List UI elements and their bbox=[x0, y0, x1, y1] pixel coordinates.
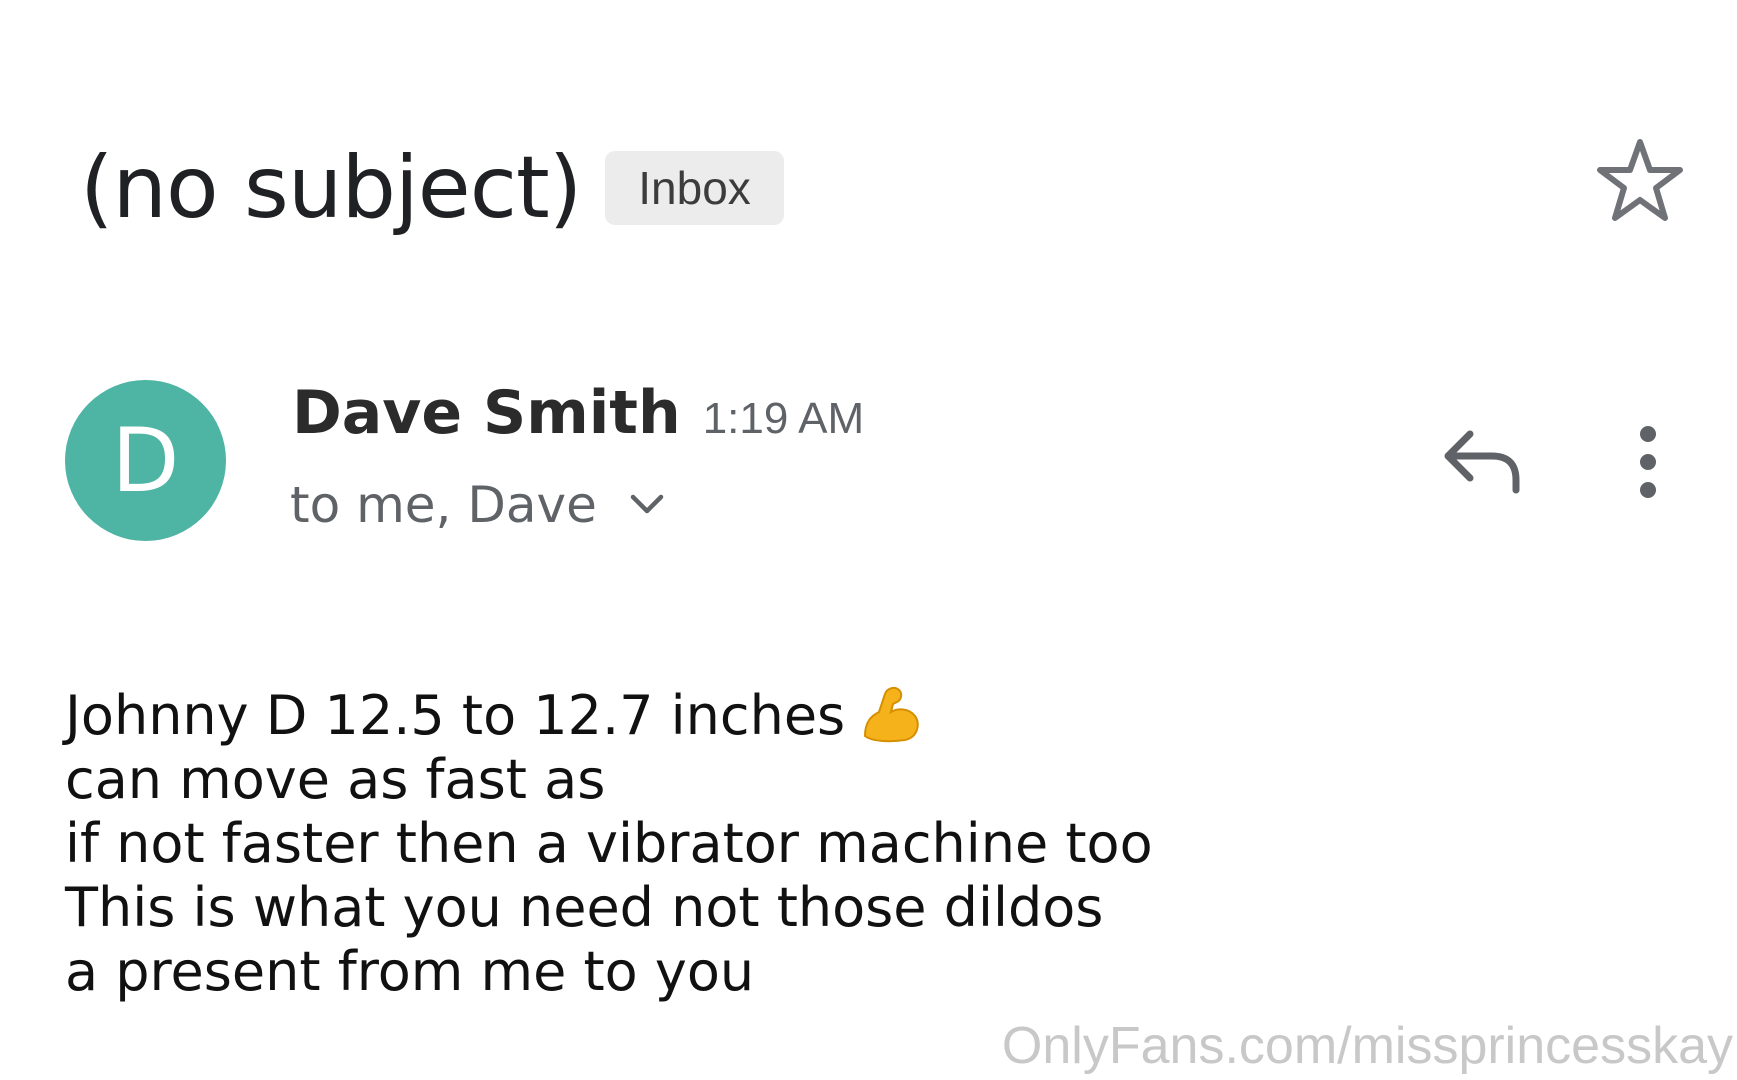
body-line: if not faster then a vibrator machine to… bbox=[65, 812, 1153, 875]
email-subject: (no subject) bbox=[80, 138, 582, 238]
body-line: Johnny D 12.5 to 12.7 inches bbox=[65, 682, 1153, 748]
more-options-button[interactable] bbox=[1620, 420, 1676, 504]
body-line: a present from me to you bbox=[65, 940, 755, 1003]
reply-button[interactable] bbox=[1440, 420, 1524, 504]
sender-line: Dave Smith 1:19 AM bbox=[292, 378, 864, 448]
chevron-down-icon bbox=[630, 494, 664, 514]
avatar-initial: D bbox=[111, 409, 180, 512]
message-time: 1:19 AM bbox=[702, 394, 865, 443]
recipients-text: to me, Dave bbox=[290, 476, 597, 534]
body-line: can move as fast as bbox=[65, 748, 606, 811]
watermark: OnlyFans.com/missprincesskay bbox=[1001, 1017, 1733, 1075]
body-line: This is what you need not those dildos bbox=[65, 876, 1104, 939]
flexed-biceps-icon bbox=[864, 686, 919, 743]
body-line-text: Johnny D 12.5 to 12.7 inches bbox=[65, 684, 846, 747]
sender-name[interactable]: Dave Smith bbox=[292, 378, 681, 448]
sender-avatar[interactable]: D bbox=[65, 380, 226, 541]
subject-row: (no subject) Inbox bbox=[80, 128, 784, 248]
more-vert-icon bbox=[1640, 426, 1656, 498]
inbox-label-chip[interactable]: Inbox bbox=[605, 151, 784, 225]
recipients-toggle[interactable]: to me, Dave bbox=[290, 476, 667, 534]
star-outline-icon bbox=[1597, 139, 1683, 221]
star-button[interactable] bbox=[1592, 132, 1688, 228]
email-body: Johnny D 12.5 to 12.7 inches can move as… bbox=[65, 682, 1153, 1004]
reply-icon bbox=[1444, 430, 1520, 494]
